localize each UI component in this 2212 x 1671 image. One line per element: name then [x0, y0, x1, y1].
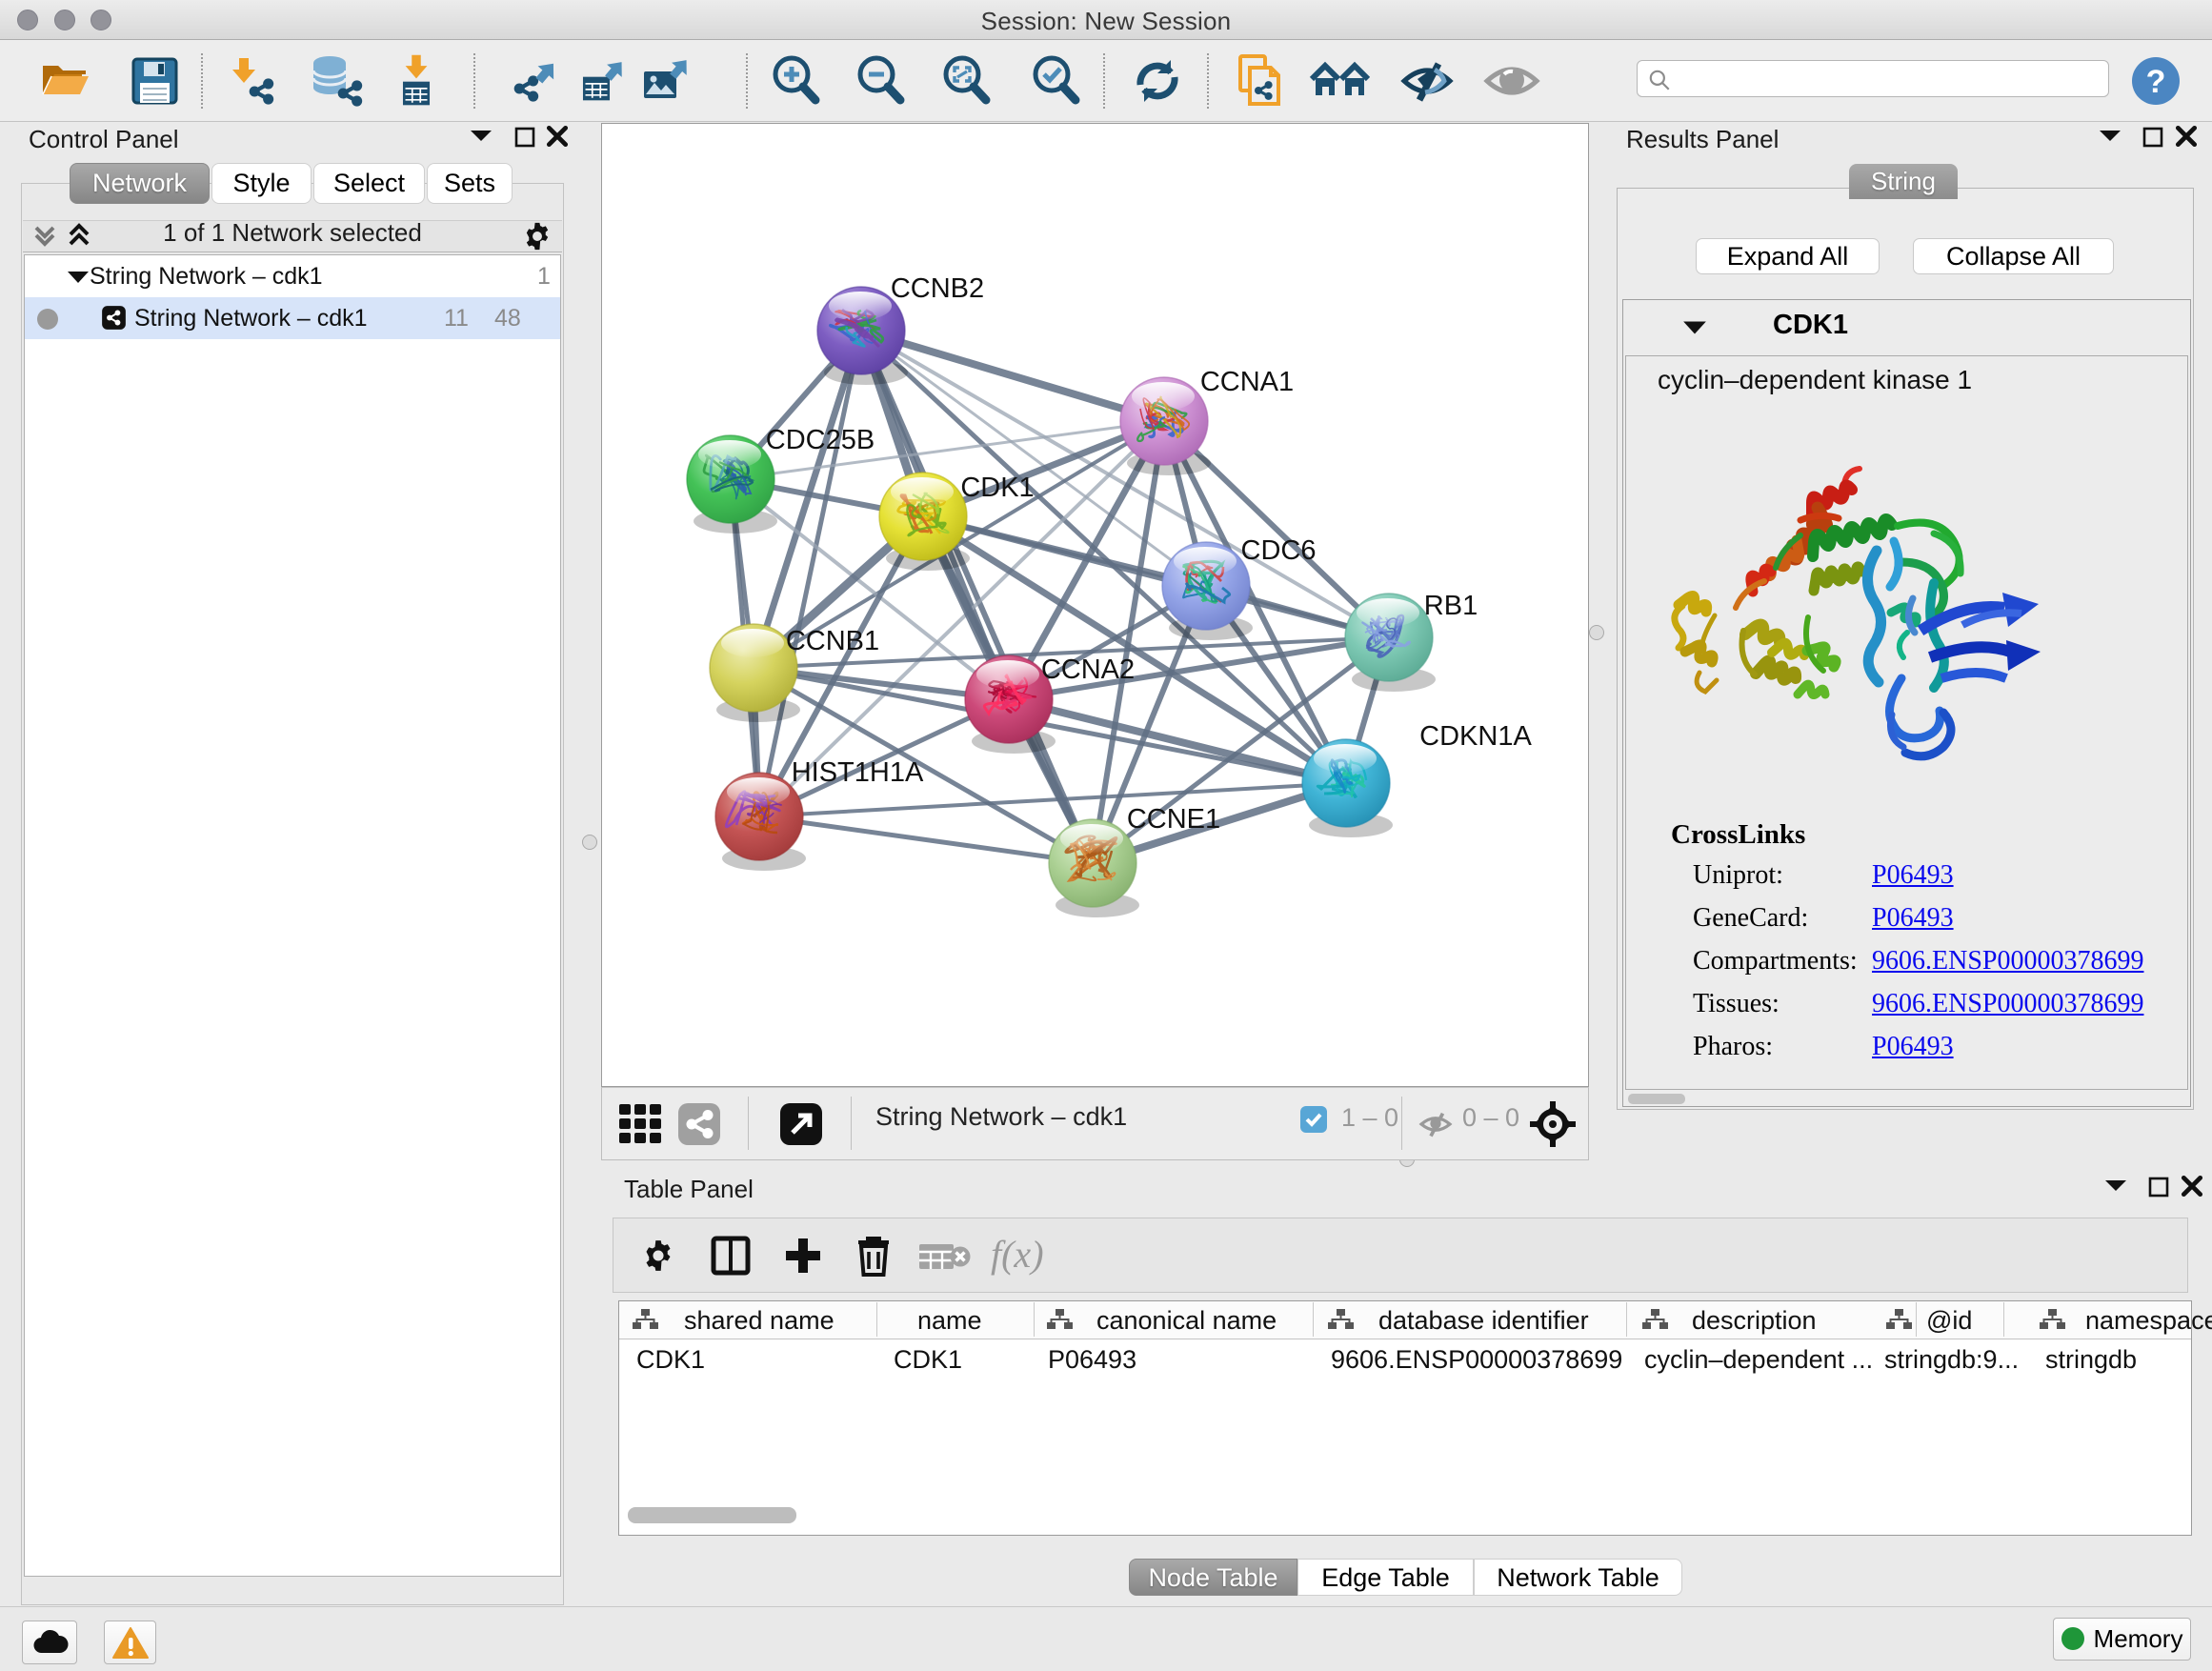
svg-text:?: ? [2146, 64, 2166, 100]
svg-text:CDK1: CDK1 [960, 473, 1034, 503]
svg-text:CDC6: CDC6 [1241, 535, 1317, 566]
svg-text:CCNB2: CCNB2 [891, 273, 984, 304]
svg-text:CCNA1: CCNA1 [1200, 367, 1294, 397]
svg-text:CDKN1A: CDKN1A [1419, 721, 1532, 752]
svg-text:CCNB1: CCNB1 [786, 626, 879, 656]
svg-text:CCNE1: CCNE1 [1127, 804, 1220, 835]
svg-text:CCNA2: CCNA2 [1041, 654, 1135, 685]
svg-text:HIST1H1A: HIST1H1A [792, 757, 924, 788]
svg-text:RB1: RB1 [1424, 591, 1478, 621]
svg-text:CDC25B: CDC25B [766, 425, 875, 455]
